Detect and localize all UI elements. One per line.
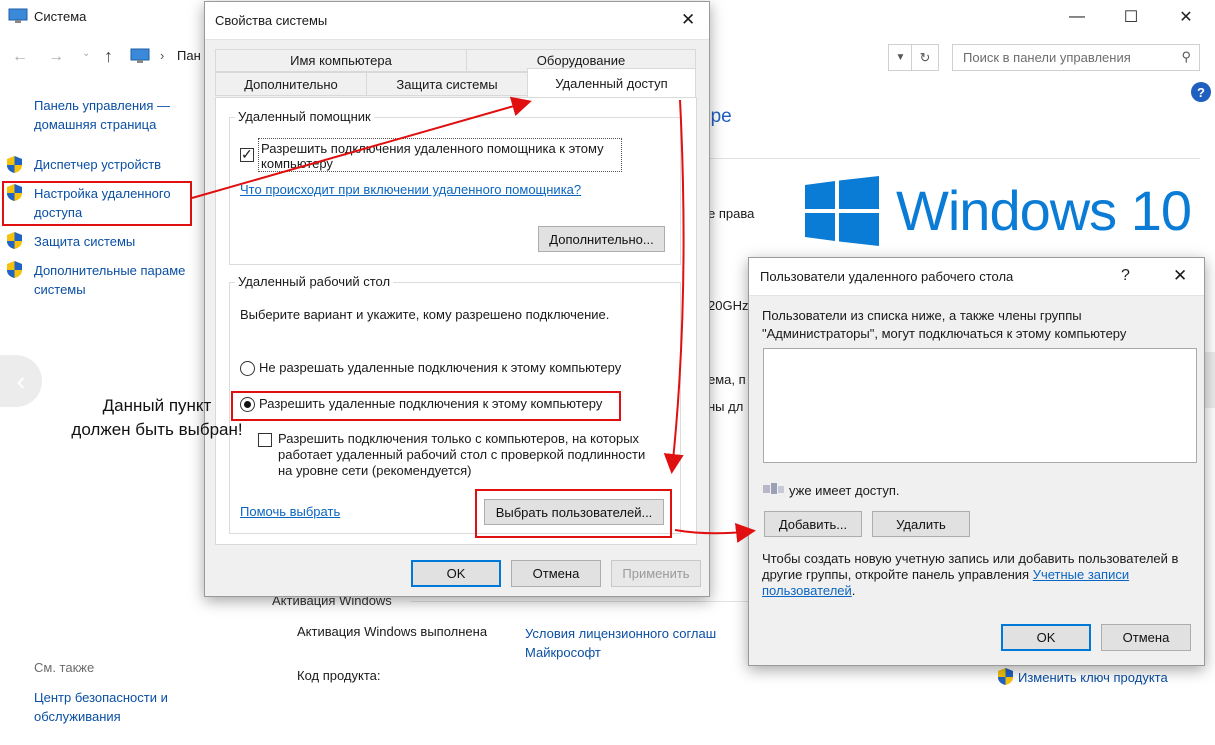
user-accounts-link-cont[interactable]: пользователей	[762, 583, 852, 598]
tab-advanced[interactable]: Дополнительно	[215, 72, 367, 96]
access-status-text: уже имеет доступ.	[789, 483, 900, 498]
users-listbox[interactable]	[763, 348, 1197, 463]
refresh-button[interactable]: ↻	[911, 44, 939, 71]
rdu-cancel-button[interactable]: Отмена	[1101, 624, 1191, 651]
system-computer-icon	[8, 8, 28, 23]
shield-icon	[7, 156, 22, 173]
help-choose-link[interactable]: Помочь выбрать	[240, 504, 340, 519]
divider	[700, 158, 1200, 159]
rdu-titlebar: Пользователи удаленного рабочего стола ?…	[749, 258, 1204, 296]
maximize-button[interactable]: ☐	[1108, 0, 1154, 34]
change-product-key-link[interactable]: Изменить ключ продукта	[1018, 668, 1168, 687]
rights-partial: е права	[708, 206, 755, 221]
ok-button[interactable]: OK	[411, 560, 501, 587]
sidebar-item-system-protection[interactable]: Защита системы	[34, 232, 135, 251]
user-avatar-icon	[763, 483, 784, 494]
add-user-button[interactable]: Добавить...	[764, 511, 862, 537]
sidebar-item-advanced-settings[interactable]: Дополнительные параме системы	[34, 261, 204, 299]
minimize-button[interactable]: —	[1054, 0, 1100, 34]
remote-desktop-users-dialog: Пользователи удаленного рабочего стола ?…	[748, 257, 1205, 666]
what-happens-link[interactable]: Что происходит при включении удаленного …	[240, 182, 581, 197]
license-terms-link[interactable]: Условия лицензионного соглаш Майкрософт	[525, 624, 749, 662]
dialog-title: Свойства системы	[215, 13, 328, 28]
user-accounts-link[interactable]: Учетные записи	[1033, 567, 1129, 582]
system-window-title: Система	[34, 9, 87, 24]
deny-radio[interactable]	[240, 361, 255, 376]
rdu-description: Пользователи из списка ниже, а также чле…	[762, 308, 1127, 341]
rdu-help-icon[interactable]: ?	[1121, 267, 1130, 285]
rd-instruction: Выберите вариант и укажите, кому разреше…	[240, 307, 610, 322]
recent-dropdown-icon[interactable]: ⌄	[82, 48, 90, 59]
highlight-select-users	[475, 489, 672, 538]
back-icon[interactable]: ←	[12, 48, 28, 66]
rdu-ok-button[interactable]: OK	[1001, 624, 1091, 651]
shield-icon	[998, 668, 1013, 685]
nla-label[interactable]: Разрешить подключения только с компьютер…	[278, 431, 645, 479]
annotation-text: Данный пункт должен быть выбран!	[71, 396, 243, 439]
search-placeholder: Поиск в панели управления	[963, 50, 1131, 65]
remote-desktop-label: Удаленный рабочий стол	[235, 274, 394, 289]
dialog-titlebar: Свойства системы ✕	[205, 2, 709, 40]
close-icon[interactable]: ✕	[1173, 266, 1187, 286]
tab-remote[interactable]: Удаленный доступ	[527, 68, 696, 98]
shield-icon	[7, 261, 22, 278]
divider	[410, 601, 750, 602]
tab-computer-name[interactable]: Имя компьютера	[215, 49, 467, 72]
address-dropdown-button[interactable]: ▼	[888, 44, 912, 71]
close-icon[interactable]: ✕	[681, 10, 695, 30]
tab-system-protection[interactable]: Защита системы	[366, 72, 528, 96]
search-icon[interactable]: ⚲	[1181, 49, 1191, 65]
see-also-label: См. также	[34, 660, 95, 675]
security-center-link[interactable]: Центр безопасности и обслуживания	[34, 688, 168, 726]
forward-icon[interactable]: →	[48, 48, 64, 66]
breadcrumb-separator: ›	[160, 48, 165, 63]
allow-assistance-checkbox[interactable]: ✓	[240, 146, 254, 162]
address-text[interactable]: Пан	[177, 48, 201, 63]
search-input[interactable]: Поиск в панели управления ⚲	[952, 44, 1200, 71]
advanced-button[interactable]: Дополнительно...	[538, 226, 665, 252]
cancel-button[interactable]: Отмена	[511, 560, 601, 587]
allow-assistance-label[interactable]: Разрешить подключения удаленного помощни…	[258, 138, 622, 172]
remote-assistant-label: Удаленный помощник	[235, 109, 374, 124]
windows-brand-text: Windows 10	[896, 179, 1192, 242]
prev-arrow-icon[interactable]: ‹	[0, 355, 42, 407]
system-properties-dialog: Свойства системы ✕ Имя компьютера Оборуд…	[204, 1, 710, 597]
remove-user-button[interactable]: Удалить	[872, 511, 970, 537]
pen-partial: ны дл	[708, 399, 744, 414]
activation-status: Активация Windows выполнена	[297, 624, 488, 639]
close-window-button[interactable]: ✕	[1163, 0, 1209, 34]
sidebar-home-link[interactable]: Панель управления — домашняя страница	[34, 96, 170, 134]
windows-logo-icon	[805, 176, 879, 246]
product-key-label: Код продукта:	[297, 668, 381, 683]
deny-option-label[interactable]: Не разрешать удаленные подключения к это…	[259, 360, 621, 375]
sidebar-item-device-manager[interactable]: Диспетчер устройств	[34, 155, 161, 174]
rdu-title: Пользователи удаленного рабочего стола	[760, 269, 1014, 284]
up-icon[interactable]: ↑	[104, 46, 113, 67]
apply-button[interactable]: Применить	[611, 560, 701, 587]
checkmark-icon: ✓	[241, 146, 253, 162]
cpu-partial: 20GHz	[708, 298, 749, 313]
help-icon[interactable]: ?	[1191, 82, 1211, 102]
highlight-remote-settings	[2, 181, 192, 226]
shield-icon	[7, 232, 22, 249]
system-type-partial: ема, п	[708, 372, 746, 387]
rdu-footer-text: Чтобы создать новую учетную запись или д…	[762, 551, 1179, 598]
computer-address-icon	[130, 48, 150, 63]
highlight-allow-option	[231, 391, 621, 421]
nla-checkbox[interactable]	[258, 433, 272, 447]
